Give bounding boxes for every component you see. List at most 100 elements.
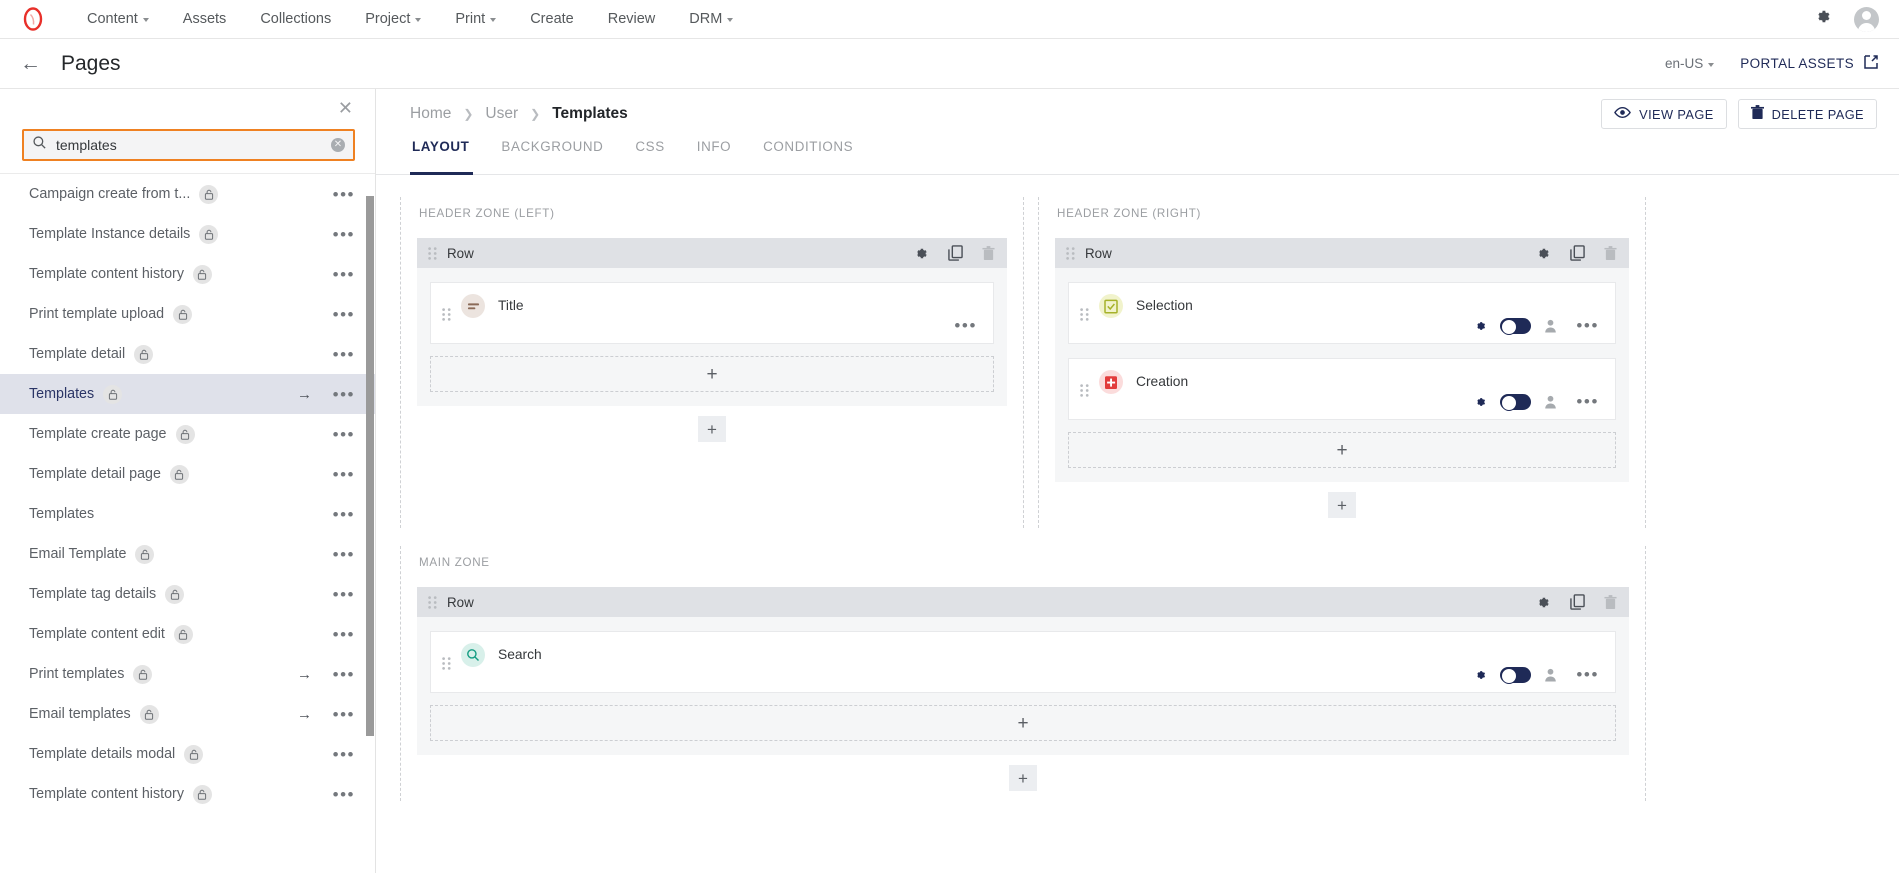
pages-list[interactable]: Campaign create from t... •••Template In… bbox=[0, 173, 375, 873]
more-options-icon[interactable]: ••• bbox=[333, 506, 355, 523]
sidebar-item-template-tag-details[interactable]: Template tag details ••• bbox=[0, 574, 375, 614]
portal-assets-button[interactable]: PORTAL ASSETS bbox=[1740, 54, 1879, 73]
sidebar-item-template-detail-page[interactable]: Template detail page ••• bbox=[0, 454, 375, 494]
nav-item-collections[interactable]: Collections bbox=[243, 11, 348, 27]
drag-handle-icon[interactable] bbox=[1066, 247, 1075, 260]
user-icon[interactable] bbox=[1544, 319, 1557, 333]
tab-info[interactable]: INFO bbox=[681, 139, 747, 174]
drag-handle-icon[interactable] bbox=[1080, 384, 1089, 397]
more-options-icon[interactable]: ••• bbox=[333, 426, 355, 443]
trash-icon[interactable] bbox=[1604, 595, 1617, 610]
more-options-icon[interactable]: ••• bbox=[333, 466, 355, 483]
add-component-button[interactable]: + bbox=[1068, 432, 1616, 468]
add-row-button[interactable]: + bbox=[698, 416, 726, 442]
drag-handle-icon[interactable] bbox=[442, 657, 451, 670]
breadcrumb-item-user[interactable]: User bbox=[485, 105, 518, 123]
trash-icon[interactable] bbox=[982, 246, 995, 261]
sidebar-item-template-content-history[interactable]: Template content history ••• bbox=[0, 254, 375, 294]
component-card[interactable]: Search ••• bbox=[430, 631, 1616, 693]
add-component-button[interactable]: + bbox=[430, 705, 1616, 741]
more-options-icon[interactable]: ••• bbox=[333, 746, 355, 763]
sidebar-scrollbar-thumb[interactable] bbox=[366, 196, 374, 736]
gear-icon[interactable] bbox=[1473, 395, 1487, 409]
more-options-icon[interactable]: ••• bbox=[333, 346, 355, 363]
trash-icon[interactable] bbox=[1604, 246, 1617, 261]
more-options-icon[interactable]: ••• bbox=[333, 386, 355, 403]
add-row-button[interactable]: + bbox=[1009, 765, 1037, 791]
sidebar-item-template-details-modal[interactable]: Template details modal ••• bbox=[0, 734, 375, 774]
arrow-right-icon[interactable]: → bbox=[297, 707, 312, 722]
gear-icon[interactable] bbox=[1473, 319, 1487, 333]
more-options-icon[interactable]: ••• bbox=[333, 666, 355, 683]
gear-icon[interactable] bbox=[912, 245, 929, 262]
add-component-button[interactable]: + bbox=[430, 356, 994, 392]
nav-item-assets[interactable]: Assets bbox=[166, 11, 244, 27]
component-card[interactable]: Creation ••• bbox=[1068, 358, 1616, 420]
sidebar-item-template-detail[interactable]: Template detail ••• bbox=[0, 334, 375, 374]
copy-icon[interactable] bbox=[1570, 245, 1585, 261]
copy-icon[interactable] bbox=[948, 245, 963, 261]
more-options-icon[interactable]: ••• bbox=[333, 786, 355, 803]
brand-o-logo-icon[interactable] bbox=[20, 6, 46, 32]
sidebar-item-templates[interactable]: Templates →••• bbox=[0, 374, 375, 414]
copy-icon[interactable] bbox=[1570, 594, 1585, 610]
drag-handle-icon[interactable] bbox=[442, 308, 451, 321]
arrow-left-icon[interactable]: ← bbox=[20, 53, 41, 74]
sidebar-item-template-content-history[interactable]: Template content history ••• bbox=[0, 774, 375, 814]
tab-css[interactable]: CSS bbox=[619, 139, 680, 174]
more-options-icon[interactable]: ••• bbox=[1576, 666, 1599, 683]
user-icon[interactable] bbox=[1544, 668, 1557, 682]
user-icon[interactable] bbox=[1544, 395, 1557, 409]
drag-handle-icon[interactable] bbox=[428, 596, 437, 609]
more-options-icon[interactable]: ••• bbox=[333, 626, 355, 643]
sidebar-item-print-templates[interactable]: Print templates →••• bbox=[0, 654, 375, 694]
visibility-toggle[interactable] bbox=[1500, 394, 1531, 410]
component-card[interactable]: Title••• bbox=[430, 282, 994, 344]
more-options-icon[interactable]: ••• bbox=[333, 706, 355, 723]
more-options-icon[interactable]: ••• bbox=[954, 317, 977, 334]
sidebar-item-template-create-page[interactable]: Template create page ••• bbox=[0, 414, 375, 454]
more-options-icon[interactable]: ••• bbox=[333, 586, 355, 603]
nav-item-drm[interactable]: DRM bbox=[672, 11, 750, 27]
close-icon[interactable]: ✕ bbox=[338, 99, 353, 117]
sidebar-item-templates[interactable]: Templates••• bbox=[0, 494, 375, 534]
sidebar-item-template-content-edit[interactable]: Template content edit ••• bbox=[0, 614, 375, 654]
row-header[interactable]: Row bbox=[1055, 238, 1629, 268]
more-options-icon[interactable]: ••• bbox=[1576, 317, 1599, 334]
tab-background[interactable]: BACKGROUND bbox=[485, 139, 619, 174]
sidebar-item-print-template-upload[interactable]: Print template upload ••• bbox=[0, 294, 375, 334]
view-page-button[interactable]: VIEW PAGE bbox=[1601, 99, 1726, 129]
gear-icon[interactable] bbox=[1534, 594, 1551, 611]
search-input[interactable]: templates ✕ bbox=[22, 129, 355, 161]
nav-item-content[interactable]: Content bbox=[70, 11, 166, 27]
gear-icon[interactable] bbox=[1813, 7, 1832, 31]
locale-selector[interactable]: en-US bbox=[1665, 56, 1714, 71]
row-header[interactable]: Row bbox=[417, 587, 1629, 617]
sidebar-item-campaign-create-from-t[interactable]: Campaign create from t... ••• bbox=[0, 174, 375, 214]
sidebar-scrollbar[interactable] bbox=[365, 174, 375, 873]
tab-layout[interactable]: LAYOUT bbox=[410, 139, 485, 174]
more-options-icon[interactable]: ••• bbox=[333, 186, 355, 203]
arrow-right-icon[interactable]: → bbox=[297, 667, 312, 682]
delete-page-button[interactable]: DELETE PAGE bbox=[1738, 99, 1877, 129]
nav-item-create[interactable]: Create bbox=[513, 11, 591, 27]
more-options-icon[interactable]: ••• bbox=[333, 226, 355, 243]
add-row-button[interactable]: + bbox=[1328, 492, 1356, 518]
clear-icon[interactable]: ✕ bbox=[331, 138, 345, 152]
arrow-right-icon[interactable]: → bbox=[297, 387, 312, 402]
more-options-icon[interactable]: ••• bbox=[1576, 393, 1599, 410]
breadcrumb-item-home[interactable]: Home bbox=[410, 105, 451, 123]
nav-item-review[interactable]: Review bbox=[591, 11, 673, 27]
nav-item-print[interactable]: Print bbox=[438, 11, 513, 27]
gear-icon[interactable] bbox=[1534, 245, 1551, 262]
more-options-icon[interactable]: ••• bbox=[333, 306, 355, 323]
more-options-icon[interactable]: ••• bbox=[333, 546, 355, 563]
gear-icon[interactable] bbox=[1473, 668, 1487, 682]
sidebar-item-email-templates[interactable]: Email templates →••• bbox=[0, 694, 375, 734]
component-card[interactable]: Selection ••• bbox=[1068, 282, 1616, 344]
drag-handle-icon[interactable] bbox=[1080, 308, 1089, 321]
drag-handle-icon[interactable] bbox=[428, 247, 437, 260]
tab-conditions[interactable]: CONDITIONS bbox=[747, 139, 869, 174]
user-avatar-icon[interactable] bbox=[1854, 7, 1879, 32]
sidebar-item-email-template[interactable]: Email Template ••• bbox=[0, 534, 375, 574]
